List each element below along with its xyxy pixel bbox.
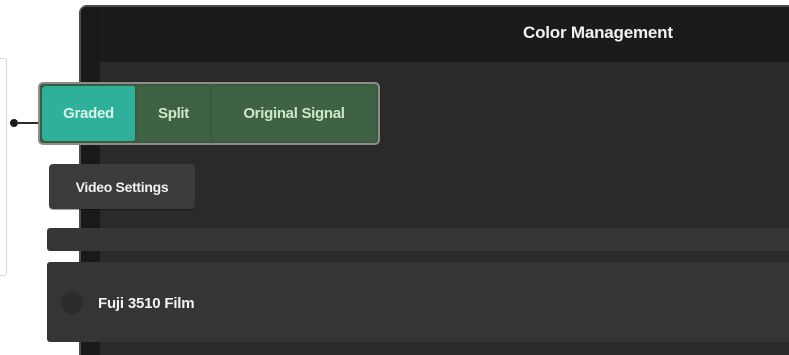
view-mode-segmented-control: Graded Split Original Signal	[38, 82, 380, 145]
screenshot-stage: Color Management Graded Split Original S…	[0, 0, 789, 355]
split-toggle[interactable]: Split	[137, 86, 210, 141]
graded-toggle[interactable]: Graded	[42, 86, 135, 141]
original-signal-toggle[interactable]: Original Signal	[212, 86, 376, 141]
left-panel-edge	[0, 58, 7, 276]
section-divider-bar	[47, 228, 789, 251]
window-titlebar: Color Management	[100, 7, 789, 62]
lut-item-label: Fuji 3510 Film	[98, 295, 195, 312]
video-settings-button[interactable]: Video Settings	[49, 164, 195, 209]
radio-button-icon[interactable]	[61, 292, 83, 314]
window-title: Color Management	[523, 23, 673, 42]
lut-list-item[interactable]: Fuji 3510 Film	[47, 262, 789, 342]
